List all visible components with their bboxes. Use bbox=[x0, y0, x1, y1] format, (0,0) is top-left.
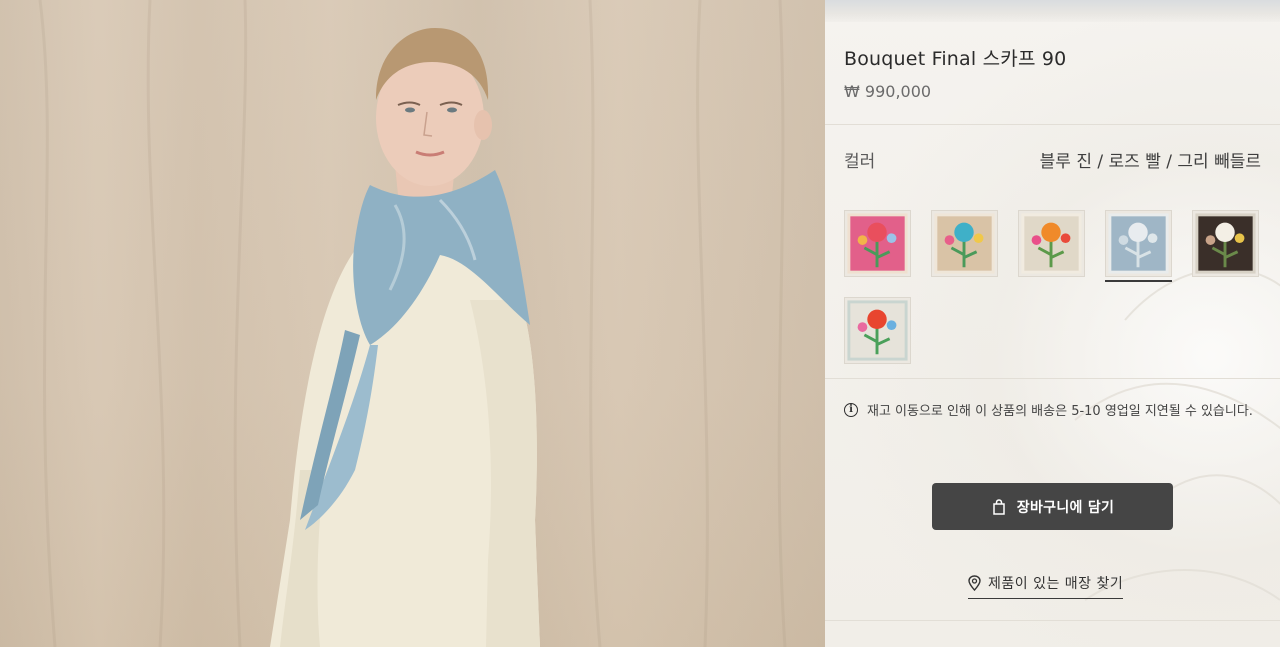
find-store-link[interactable]: 제품이 있는 매장 찾기 bbox=[968, 570, 1124, 599]
swatch-pink[interactable] bbox=[844, 210, 911, 277]
scarf-thumbnail bbox=[847, 300, 908, 361]
location-pin-icon bbox=[968, 575, 981, 591]
product-panel: Bouquet Final 스카프 90 ₩ 990,000 컬러 블루 진 /… bbox=[825, 0, 1280, 647]
divider bbox=[825, 124, 1280, 125]
scarf-thumbnail bbox=[847, 213, 908, 274]
swatch-dark[interactable] bbox=[1192, 210, 1259, 277]
info-icon: i bbox=[844, 403, 858, 417]
color-label: 컬러 bbox=[844, 152, 876, 172]
scarf-thumbnail bbox=[934, 213, 995, 274]
swatch-beige-turquoise[interactable] bbox=[931, 210, 998, 277]
swatch-light-red[interactable] bbox=[844, 297, 911, 364]
product-price: ₩ 990,000 bbox=[844, 82, 932, 101]
scarf-thumbnail bbox=[1195, 213, 1256, 274]
shipping-notice-text: 재고 이동으로 인해 이 상품의 배송은 5-10 영업일 지연될 수 있습니다… bbox=[867, 404, 1253, 419]
divider bbox=[825, 378, 1280, 379]
swatch-beige-orange[interactable] bbox=[1018, 210, 1085, 277]
model-illustration bbox=[38, 0, 787, 647]
add-to-cart-label: 장바구니에 담기 bbox=[1016, 499, 1115, 516]
scarf-thumbnail bbox=[1021, 213, 1082, 274]
swatch-blue[interactable] bbox=[1105, 210, 1172, 282]
scarf-thumbnail bbox=[1108, 213, 1169, 274]
find-store-label: 제품이 있는 매장 찾기 bbox=[988, 576, 1124, 592]
selected-color-value: 블루 진 / 로즈 빨 / 그리 빼들르 bbox=[1039, 152, 1261, 172]
product-photo bbox=[0, 0, 825, 647]
add-to-cart-button[interactable]: 장바구니에 담기 bbox=[932, 483, 1173, 530]
product-title: Bouquet Final 스카프 90 bbox=[844, 48, 1067, 70]
shopping-bag-icon bbox=[993, 498, 1005, 515]
divider bbox=[825, 620, 1280, 621]
